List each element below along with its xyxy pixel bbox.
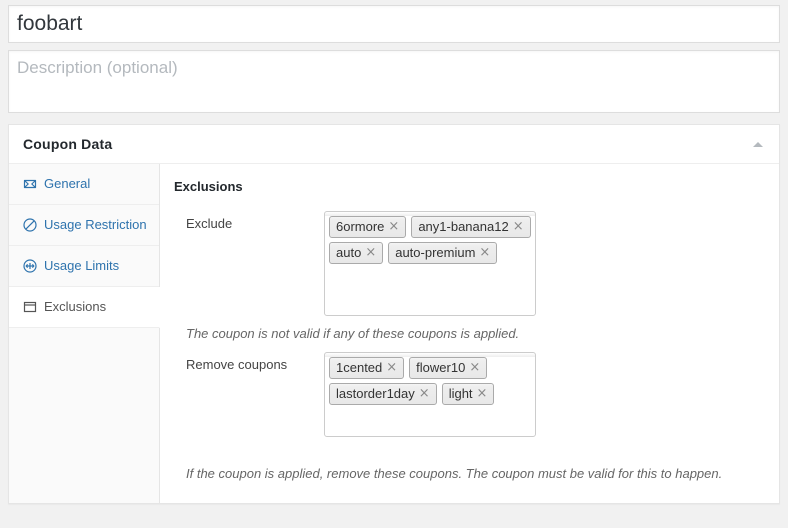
tag-label: auto <box>336 245 362 260</box>
close-icon[interactable]: × <box>386 361 397 374</box>
coupon-edit-page: Coupon Data General <box>0 0 788 528</box>
sidebar-item-exclusions[interactable]: Exclusions <box>9 287 160 328</box>
tag-label: 1cented <box>336 360 383 375</box>
close-icon[interactable]: × <box>513 220 524 233</box>
post-title-wrap <box>8 0 780 43</box>
exclude-coupons-help: The coupon is not valid if any of these … <box>186 326 520 341</box>
tag-label: auto-premium <box>395 245 476 260</box>
coupon-data-tabs: General Usage Restriction Usage Limits E… <box>9 164 160 503</box>
coupon-data-body: General Usage Restriction Usage Limits E… <box>9 164 779 503</box>
post-title-input[interactable] <box>8 5 780 43</box>
metabox-title: Coupon Data <box>23 136 113 152</box>
tag-label: 6ormore <box>336 219 385 234</box>
ticket-icon <box>22 176 38 192</box>
tag-label: light <box>448 386 473 401</box>
panel-heading: Exclusions <box>174 179 243 194</box>
field-label-remove-coupons: Remove coupons <box>186 357 288 372</box>
exclude-coupons-tag-list: 6ormore × any1-banana12 × auto × auto-pr… <box>329 216 531 264</box>
window-icon <box>22 299 38 315</box>
toggle-panel-button[interactable] <box>745 131 771 157</box>
sidebar-item-usage-restriction[interactable]: Usage Restriction <box>9 205 159 246</box>
exclusions-panel: Exclusions Exclude 6ormore × any1-banana… <box>160 164 779 503</box>
tag-chip[interactable]: 6ormore × <box>329 216 407 238</box>
close-icon[interactable]: × <box>469 361 480 374</box>
field-remove-coupons: Remove coupons 1cented × flower10 × last… <box>160 343 779 437</box>
tag-chip[interactable]: auto-premium × <box>388 242 498 264</box>
field-exclude-coupons: Exclude 6ormore × any1-banana12 × auto ×… <box>160 202 779 316</box>
tag-chip[interactable]: auto × <box>329 242 384 264</box>
chevron-up-icon <box>753 141 763 147</box>
close-icon[interactable]: × <box>365 246 376 259</box>
tag-label: lastorder1day <box>336 386 415 401</box>
tag-chip[interactable]: 1cented × <box>329 357 405 379</box>
tag-chip[interactable]: flower10 × <box>409 357 488 379</box>
tag-label: any1-banana12 <box>418 219 509 234</box>
remove-coupons-help: If the coupon is applied, remove these c… <box>186 466 723 481</box>
tag-chip[interactable]: lastorder1day × <box>329 383 437 405</box>
sidebar-item-label: Usage Limits <box>44 258 120 273</box>
usage-limits-icon <box>22 258 38 274</box>
remove-coupons-tag-list: 1cented × flower10 × lastorder1day × lig… <box>329 357 531 405</box>
sidebar-item-general[interactable]: General <box>9 164 159 205</box>
post-description-textarea[interactable] <box>8 50 780 113</box>
no-entry-icon <box>22 217 38 233</box>
sidebar-item-label: Usage Restriction <box>44 217 147 232</box>
remove-coupons-select[interactable]: 1cented × flower10 × lastorder1day × lig… <box>324 352 536 437</box>
tag-chip[interactable]: light × <box>441 383 495 405</box>
field-label-exclude: Exclude <box>186 216 233 231</box>
close-icon[interactable]: × <box>388 220 399 233</box>
close-icon[interactable]: × <box>479 246 490 259</box>
sidebar-item-usage-limits[interactable]: Usage Limits <box>9 246 159 287</box>
tag-chip[interactable]: any1-banana12 × <box>411 216 531 238</box>
exclude-coupons-select[interactable]: 6ormore × any1-banana12 × auto × auto-pr… <box>324 211 536 316</box>
coupon-data-header: Coupon Data <box>9 125 779 164</box>
coupon-data-metabox: Coupon Data General Usage Restriction Us… <box>8 124 780 504</box>
close-icon[interactable]: × <box>419 387 430 400</box>
tag-label: flower10 <box>416 360 466 375</box>
sidebar-item-label: General <box>44 176 91 191</box>
close-icon[interactable]: × <box>477 387 488 400</box>
post-description-wrap <box>8 43 780 113</box>
sidebar-item-label: Exclusions <box>44 299 107 314</box>
